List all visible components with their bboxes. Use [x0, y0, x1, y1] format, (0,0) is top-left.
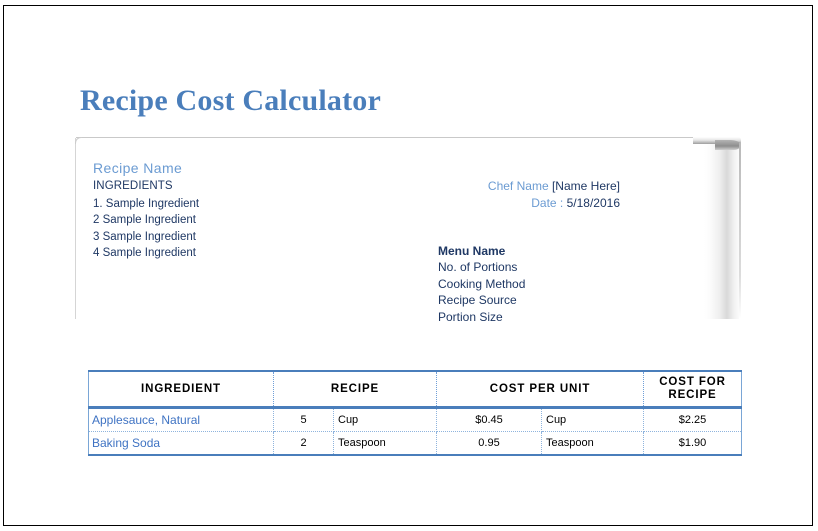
page-curl-shadow	[704, 143, 741, 319]
recipe-name-label: Recipe Name	[93, 160, 183, 176]
meta-field-portions: No. of Portions	[438, 260, 518, 275]
recipe-meta-fields: Menu Name No. of Portions Cooking Method…	[438, 243, 525, 325]
column-header-ingredient: INGREDIENT	[88, 370, 274, 409]
list-item: 4 Sample Ingredient	[93, 247, 196, 260]
ingredients-label: INGREDIENTS	[93, 180, 173, 192]
cell-cost-unit[interactable]: Teaspoon	[541, 431, 645, 456]
column-header-cost-for-recipe: COST FOR RECIPE	[643, 370, 743, 409]
page-title: Recipe Cost Calculator	[80, 84, 382, 117]
cell-quantity[interactable]: 5	[273, 407, 334, 432]
cell-cost-for-recipe[interactable]: $2.25	[643, 407, 743, 432]
panel-corner-decoration	[75, 137, 82, 144]
cell-cost-per-unit[interactable]: 0.95	[436, 431, 542, 456]
cell-quantity[interactable]: 2	[273, 431, 334, 456]
cell-unit[interactable]: Teaspoon	[333, 431, 437, 456]
cost-for-recipe-line2: RECIPE	[668, 389, 717, 401]
chef-name-line: Chef Name [Name Here]	[360, 179, 620, 193]
cell-ingredient[interactable]: Baking Soda	[88, 431, 274, 456]
column-header-recipe: RECIPE	[273, 370, 437, 409]
table-header-row: INGREDIENT RECIPE COST PER UNIT COST FOR…	[88, 370, 743, 409]
meta-field-recipe-source: Recipe Source	[438, 293, 517, 308]
cost-for-recipe-line1: COST FOR	[659, 376, 726, 388]
list-item: 3 Sample Ingredient	[93, 230, 196, 243]
table-row: Applesauce, Natural 5 Cup $0.45 Cup $2.2…	[88, 407, 743, 432]
document-page-frame: Recipe Cost Calculator Recipe Name INGRE…	[3, 5, 813, 526]
date-label: Date :	[531, 196, 564, 210]
panel-top-edge	[76, 137, 696, 138]
page-curl-edge	[739, 143, 741, 319]
meta-field-portion-size: Portion Size	[438, 309, 503, 324]
column-header-cost-per-unit: COST PER UNIT	[436, 370, 645, 409]
panel-left-edge	[75, 138, 76, 319]
date-line: Date : 5/18/2016	[360, 196, 620, 210]
meta-field-cooking-method: Cooking Method	[438, 276, 526, 291]
meta-field-menu-name: Menu Name	[438, 244, 506, 258]
ingredient-list: 1. Sample Ingredient 2 Sample Ingredient…	[93, 196, 199, 262]
chef-name-label: Chef Name	[487, 179, 549, 193]
date-value: 5/18/2016	[566, 196, 620, 210]
chef-name-value: [Name Here]	[551, 179, 620, 193]
cost-table: INGREDIENT RECIPE COST PER UNIT COST FOR…	[88, 370, 743, 456]
cell-cost-per-unit[interactable]: $0.45	[436, 407, 542, 432]
table-row: Baking Soda 2 Teaspoon 0.95 Teaspoon $1.…	[88, 431, 743, 456]
cell-cost-unit[interactable]: Cup	[541, 407, 645, 432]
cell-unit[interactable]: Cup	[333, 407, 437, 432]
list-item: 2 Sample Ingredient	[93, 214, 196, 227]
recipe-header-panel: Recipe Name INGREDIENTS 1. Sample Ingred…	[75, 137, 741, 324]
list-item: 1. Sample Ingredient	[93, 198, 200, 210]
cell-ingredient[interactable]: Applesauce, Natural	[88, 407, 274, 432]
cell-cost-for-recipe[interactable]: $1.90	[643, 431, 743, 456]
page-curl-cap	[715, 140, 741, 150]
